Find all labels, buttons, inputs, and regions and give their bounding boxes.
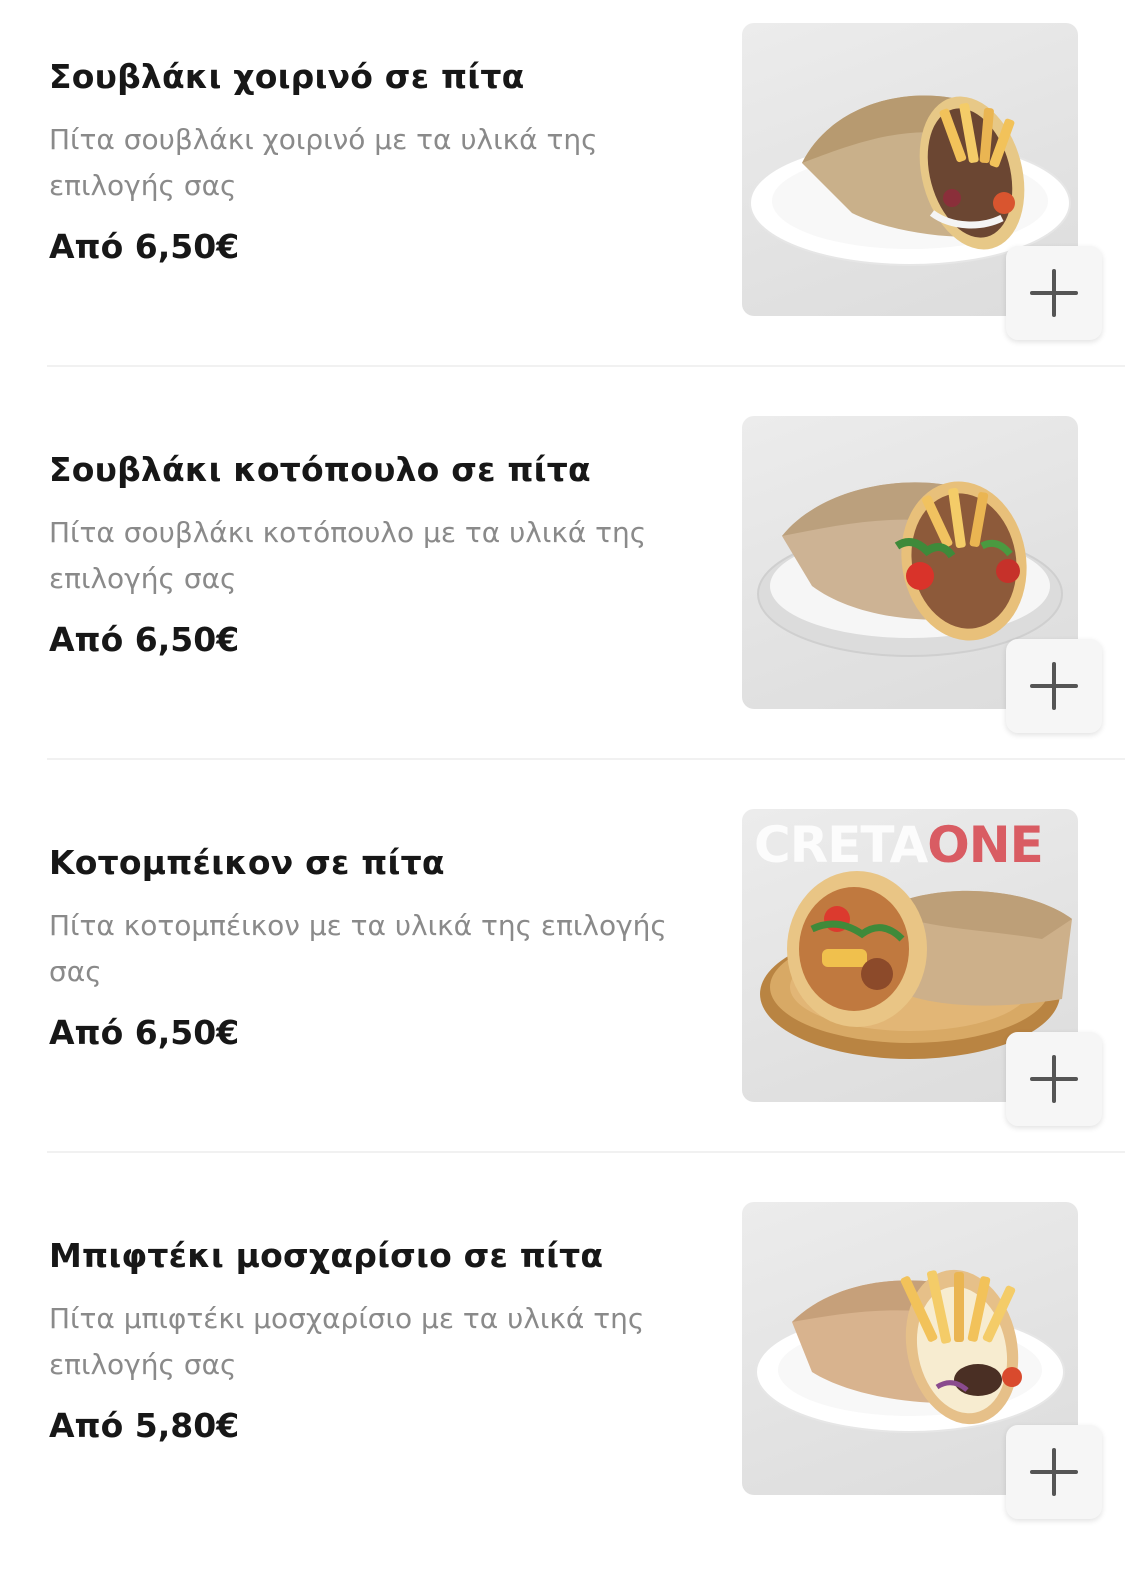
item-description: Πίτα σουβλάκι κοτόπουλο με τα υλικά της … [49, 516, 647, 595]
divider [47, 1151, 1125, 1153]
item-text: Κοτομπέικον σε πίτα Πίτα κοτομπέικον με … [49, 841, 699, 1055]
item-title[interactable]: Σουβλάκι χοιρινό σε πίτα [49, 55, 699, 99]
plus-icon [1030, 1448, 1078, 1496]
item-title[interactable]: Κοτομπέικον σε πίτα [49, 841, 699, 885]
item-price: Από 5,80€ [49, 1406, 240, 1445]
add-button[interactable] [1006, 1425, 1102, 1519]
menu-item[interactable]: Κοτομπέικον σε πίτα Πίτα κοτομπέικον με … [0, 786, 1125, 1179]
add-button[interactable] [1006, 639, 1102, 733]
plus-icon [1030, 269, 1078, 317]
plus-icon [1030, 662, 1078, 710]
item-title[interactable]: Σουβλάκι κοτόπουλο σε πίτα [49, 448, 699, 492]
item-text: Σουβλάκι κοτόπουλο σε πίτα Πίτα σουβλάκι… [49, 448, 699, 662]
menu-item[interactable]: Μπιφτέκι μοσχαρίσιο σε πίτα Πίτα μπιφτέκ… [0, 1179, 1125, 1572]
menu-item[interactable]: Σουβλάκι κοτόπουλο σε πίτα Πίτα σουβλάκι… [0, 393, 1125, 786]
divider [47, 365, 1125, 367]
item-text: Μπιφτέκι μοσχαρίσιο σε πίτα Πίτα μπιφτέκ… [49, 1234, 699, 1448]
add-button[interactable] [1006, 1032, 1102, 1126]
plus-icon [1030, 1055, 1078, 1103]
item-title[interactable]: Μπιφτέκι μοσχαρίσιο σε πίτα [49, 1234, 699, 1278]
add-button[interactable] [1006, 246, 1102, 340]
watermark-logo: CRETAONE [754, 816, 1044, 874]
item-description: Πίτα μπιφτέκι μοσχαρίσιο με τα υλικά της… [49, 1302, 645, 1381]
item-price: Από 6,50€ [49, 620, 240, 659]
divider [47, 758, 1125, 760]
menu-list: Σουβλάκι χοιρινό σε πίτα Πίτα σουβλάκι χ… [0, 0, 1125, 1534]
item-description: Πίτα κοτομπέικον με τα υλικά της επιλογή… [49, 909, 667, 988]
item-text: Σουβλάκι χοιρινό σε πίτα Πίτα σουβλάκι χ… [49, 55, 699, 269]
item-price: Από 6,50€ [49, 1013, 240, 1052]
item-price: Από 6,50€ [49, 227, 240, 266]
menu-item[interactable]: Σουβλάκι χοιρινό σε πίτα Πίτα σουβλάκι χ… [0, 0, 1125, 393]
item-description: Πίτα σουβλάκι χοιρινό με τα υλικά της επ… [49, 123, 598, 202]
